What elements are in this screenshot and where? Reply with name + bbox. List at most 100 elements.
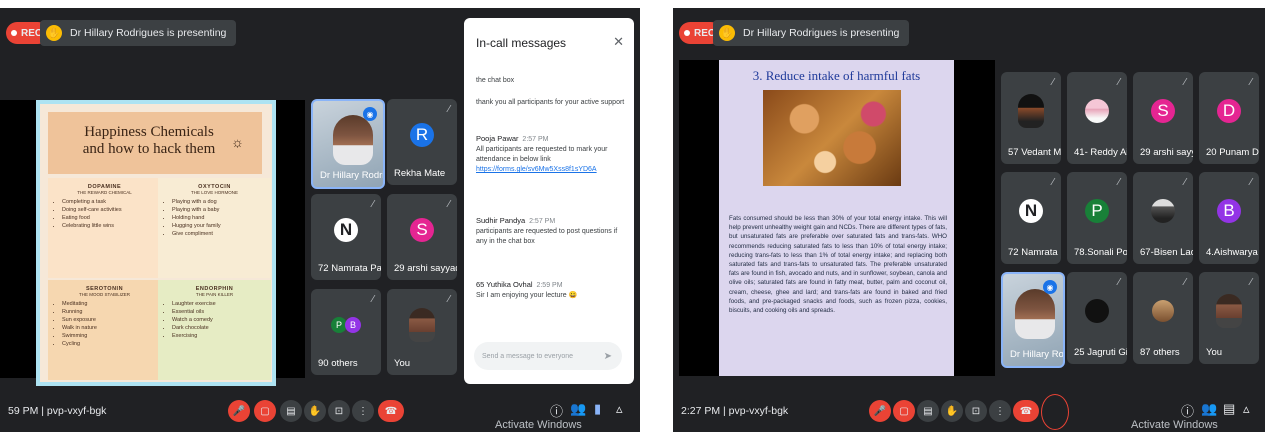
info-icon[interactable]: ⓘ: [550, 401, 563, 420]
mic-off-icon: ⁄: [1118, 177, 1120, 188]
avatar: [1085, 298, 1109, 323]
avatar: N: [1019, 198, 1043, 223]
more-options-icon[interactable]: ⋮: [989, 400, 1011, 422]
slide-title-box: Happiness Chemicals and how to hack them…: [48, 112, 262, 174]
raise-hand-icon[interactable]: ✋: [941, 400, 963, 422]
fried-food-image: [763, 90, 901, 186]
slide-title: Happiness Chemicals and how to hack them: [82, 124, 216, 157]
present-icon[interactable]: ⊡: [965, 400, 987, 422]
leave-call-icon[interactable]: ☎: [378, 400, 404, 422]
participant-tile[interactable]: ⁄ 57 Vedant Mula...: [1001, 72, 1061, 164]
attendance-link[interactable]: https://forms.gle/sv6Mw5Xss8f1sYD6A: [476, 166, 597, 173]
present-icon[interactable]: ⊡: [328, 400, 350, 422]
leave-call-icon[interactable]: ☎: [1013, 400, 1039, 422]
activate-windows-text: Activate Windows: [1131, 419, 1218, 431]
presenting-text: Dr Hillary Rodrigues is presenting: [70, 27, 227, 39]
chat-message-input[interactable]: Send a message to everyone ➤: [474, 342, 622, 370]
participant-name: 72 Namrata Patil: [1008, 247, 1061, 258]
avatar: B: [1217, 198, 1241, 223]
mic-off-icon: ⁄: [1052, 177, 1054, 188]
avatar: [1152, 299, 1174, 322]
participant-tile[interactable]: ⁄ N 72 Namrata Patil: [1001, 172, 1061, 264]
activities-icon[interactable]: ▵: [1243, 401, 1250, 417]
avatar: [1151, 198, 1175, 223]
sun-icon: ☼: [231, 134, 244, 150]
presenting-banner[interactable]: ✋ Dr Hillary Rodrigues is presenting: [40, 20, 237, 46]
message-text: participants are requested to post quest…: [476, 228, 618, 245]
bottom-bar: 2:27 PM | pvp-vxyf-bgk 🎤 ▢ ▤ ✋ ⊡ ⋮ ☎ ⓘ 👥…: [673, 388, 1265, 432]
rec-label: REC: [694, 27, 716, 39]
message-time: 2:57 PM: [529, 218, 556, 225]
more-options-icon[interactable]: ⋮: [352, 400, 374, 422]
meeting-info: 59 PM | pvp-vxyf-bgk: [8, 405, 107, 417]
avatar: R: [410, 123, 434, 148]
chat-message: 65 Yuthika Ovhal 2:59 PM Sir I am enjoyi…: [476, 280, 626, 301]
list-item: Doing self-care activities: [62, 206, 161, 214]
mic-off-icon: ⁄: [448, 199, 450, 210]
participant-tile[interactable]: ◉ Dr Hillary Rodri...: [311, 99, 385, 189]
list-item: Playing with a dog: [172, 198, 271, 206]
people-icon[interactable]: 👥: [570, 401, 586, 417]
fats-slide: 3. Reduce intake of harmful fats Fats co…: [719, 60, 954, 376]
participant-tile[interactable]: ⁄ 67-Bisen Ladli: [1133, 172, 1193, 264]
participant-tile[interactable]: ◉ Dr Hillary Rodri...: [1001, 272, 1065, 368]
mic-off-icon: ⁄: [1250, 277, 1252, 288]
people-icon[interactable]: 👥: [1201, 401, 1217, 417]
participant-tile[interactable]: ⁄ P 78.Sonali Poojari: [1067, 172, 1127, 264]
chat-message: the chat box: [476, 76, 626, 86]
list-item: Walk in nature: [62, 324, 161, 332]
presenting-banner[interactable]: ✋ Dr Hillary Rodrigues is presenting: [713, 20, 910, 46]
avatar: S: [410, 218, 434, 243]
captions-icon[interactable]: ▤: [280, 400, 302, 422]
list-item: Playing with a baby: [172, 206, 271, 214]
list-item: Running: [62, 308, 161, 316]
dopamine-quadrant: DOPAMINE THE REWARD CHEMICAL Completing …: [48, 178, 161, 278]
list-item: Cycling: [62, 340, 161, 348]
right-meeting-screenshot: REC ✋ Dr Hillary Rodrigues is presenting…: [673, 8, 1265, 432]
chat-icon[interactable]: ▮: [594, 401, 601, 417]
presenter-hand-icon: ✋: [46, 25, 62, 41]
presenter-video: [1015, 288, 1055, 339]
list-item: Meditating: [62, 300, 161, 308]
mic-off-icon[interactable]: 🎤: [869, 400, 891, 422]
participant-tile[interactable]: ⁄ 25 Jagruti Girase: [1067, 272, 1127, 364]
chat-message: Pooja Pawar 2:57 PM All participants are…: [476, 134, 626, 175]
activities-icon[interactable]: ▵: [616, 401, 623, 417]
chat-title: In-call messages: [476, 36, 567, 50]
self-tile[interactable]: ⁄ You: [1199, 272, 1259, 364]
participant-tile[interactable]: ⁄ R Rekha Mate: [387, 99, 457, 185]
slide-title: 3. Reduce intake of harmful fats: [752, 68, 921, 83]
camera-off-icon[interactable]: ▢: [893, 400, 915, 422]
quadrant-subtitle: THE MOOD STABILIZER: [79, 292, 130, 297]
avatar: B: [345, 317, 361, 334]
mic-off-icon[interactable]: 🎤: [228, 400, 250, 422]
participant-tile[interactable]: ⁄ D 20 Punam Dhu...: [1199, 72, 1259, 164]
others-tile[interactable]: ⁄ P B 90 others: [311, 289, 381, 375]
in-call-messages-panel: In-call messages ✕ the chat box thank yo…: [464, 18, 634, 384]
chat-message: Sudhir Pandya 2:57 PM participants are r…: [476, 216, 626, 247]
participant-tile[interactable]: ⁄ B 4.Aishwarya Bh...: [1199, 172, 1259, 264]
activate-windows-text: Activate Windows: [495, 419, 582, 431]
mic-off-icon: ⁄: [372, 199, 374, 210]
close-icon[interactable]: ✕: [613, 34, 624, 50]
speaking-icon: ◉: [363, 107, 377, 121]
quadrant-subtitle: THE PAIN KILLER: [195, 292, 234, 297]
participant-tile[interactable]: ⁄ 41- Reddy Aish...: [1067, 72, 1127, 164]
avatar: [1085, 98, 1109, 123]
send-icon[interactable]: ➤: [604, 351, 612, 362]
participant-tile[interactable]: ⁄ N 72 Namrata Patil: [311, 194, 381, 280]
camera-off-icon[interactable]: ▢: [254, 400, 276, 422]
avatar: S: [1151, 98, 1175, 123]
list-item: Give compliment: [172, 230, 271, 238]
participant-name: Dr Hillary Rodri...: [1010, 349, 1064, 360]
raise-hand-icon[interactable]: ✋: [304, 400, 326, 422]
chat-icon[interactable]: ▤: [1223, 401, 1235, 417]
captions-icon[interactable]: ▤: [917, 400, 939, 422]
list-item: Completing a task: [62, 198, 161, 206]
others-tile[interactable]: ⁄ 87 others: [1133, 272, 1193, 364]
self-tile[interactable]: ⁄ You: [387, 289, 457, 375]
participant-tile[interactable]: ⁄ S 29 arshi sayyad: [1133, 72, 1193, 164]
info-icon[interactable]: ⓘ: [1181, 401, 1194, 420]
participant-tile[interactable]: ⁄ S 29 arshi sayyad: [387, 194, 457, 280]
record-dot-icon: [684, 30, 690, 36]
